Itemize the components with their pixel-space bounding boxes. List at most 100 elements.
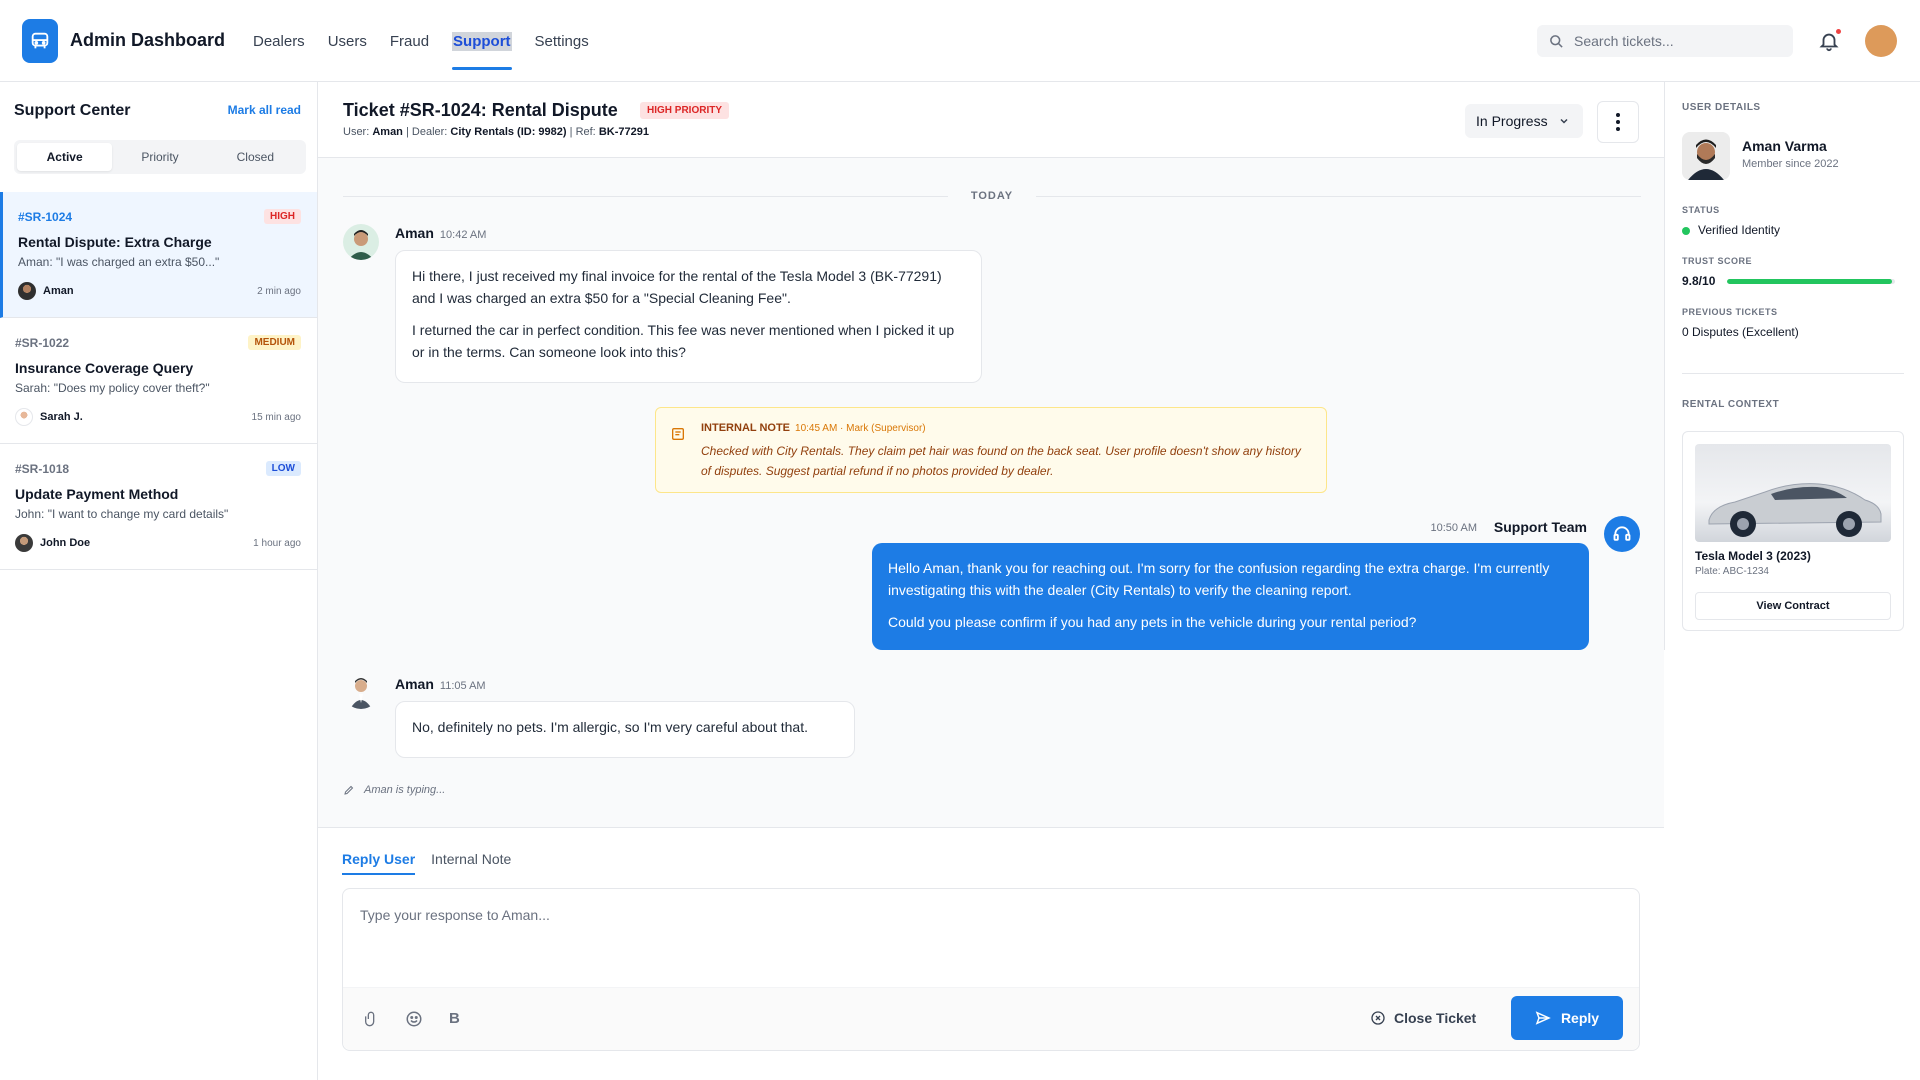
ticket-time: 1 hour ago: [253, 538, 301, 549]
note-text: Checked with City Rentals. They claim pe…: [701, 444, 1301, 478]
nav-users[interactable]: Users: [328, 0, 367, 82]
ticket-preview: Aman: "I was charged an extra $50...": [18, 255, 220, 269]
avatar: [15, 408, 33, 426]
status-dropdown[interactable]: In Progress: [1465, 104, 1583, 138]
ticket-subject: Rental Dispute: Extra Charge: [18, 234, 212, 250]
nav-settings[interactable]: Settings: [535, 0, 589, 82]
ticket-time: 15 min ago: [251, 412, 301, 423]
emoji-icon[interactable]: [405, 1010, 423, 1033]
ticket-user: John Doe: [40, 537, 91, 549]
status-dot: [1682, 226, 1690, 235]
avatar: [1682, 132, 1730, 180]
reply-button[interactable]: Reply: [1511, 996, 1623, 1040]
meta-ref: BK-77291: [598, 126, 649, 138]
close-ticket-label: Close Ticket: [1394, 1010, 1477, 1026]
notification-dot: [1836, 29, 1841, 34]
car-logo-icon[interactable]: [22, 19, 58, 63]
nav-label: Fraud: [389, 32, 430, 50]
ticket-filter-tabs: Active Priority Closed: [14, 140, 306, 174]
nav-dealers[interactable]: Dealers: [253, 0, 305, 82]
divider: [1682, 373, 1904, 374]
meta-label: Dealer:: [411, 126, 448, 138]
tab-reply-user[interactable]: Reply User: [342, 851, 416, 875]
paperclip-icon[interactable]: [363, 1010, 379, 1033]
more-options-button[interactable]: [1597, 101, 1639, 143]
ticket-preview: Sarah: "Does my policy cover theft?": [15, 381, 210, 395]
avatar: [18, 282, 36, 300]
ticket-id: #SR-1024: [18, 210, 73, 224]
nav-label: Settings: [534, 32, 589, 50]
nav-label: Support: [452, 31, 512, 51]
composer-toolbar: B Close Ticket Reply: [343, 987, 1639, 1050]
ticket-item[interactable]: #SR-1022 MEDIUM Insurance Coverage Query…: [0, 318, 317, 444]
trust-score-fill: [1727, 279, 1892, 284]
status-value: In Progress: [1476, 113, 1548, 129]
conversation-panel: Ticket #SR-1024: Rental Dispute HIGH PRI…: [318, 82, 1664, 1080]
reply-composer: Reply User Internal Note B Close Ticket: [318, 827, 1664, 1080]
message-author: Support Team: [1493, 519, 1587, 535]
message-time: 11:05 AM: [439, 680, 486, 692]
reply-label: Reply: [1560, 1010, 1600, 1026]
nav-fraud[interactable]: Fraud: [390, 0, 429, 82]
tab-closed[interactable]: Closed: [208, 143, 303, 171]
view-contract-button[interactable]: View Contract: [1695, 592, 1891, 620]
avatar: [15, 534, 33, 552]
reply-input[interactable]: [344, 890, 1638, 987]
ticket-sidebar: Support Center Mark all read Active Prio…: [0, 82, 318, 1080]
ticket-item[interactable]: #SR-1018 LOW Update Payment Method John:…: [0, 444, 317, 570]
ticket-id: #SR-1018: [15, 462, 70, 476]
ticket-time: 2 min ago: [257, 286, 301, 297]
message-bubble: Hello Aman, thank you for reaching out. …: [872, 543, 1589, 650]
rental-card: Tesla Model 3 (2023) Plate: ABC-1234 Vie…: [1682, 431, 1904, 631]
author-name: Aman: [395, 225, 434, 241]
message-bubble: No, definitely no pets. I'm allergic, so…: [395, 701, 855, 758]
user-name: Aman Varma: [1742, 138, 1827, 154]
bold-button[interactable]: B: [449, 1010, 460, 1027]
meta-label: User:: [343, 126, 370, 138]
previous-tickets: 0 Disputes (Excellent): [1682, 325, 1799, 339]
nav-support[interactable]: Support: [452, 0, 512, 82]
search-box[interactable]: [1537, 25, 1793, 57]
status-badge: Verified Identity: [1682, 223, 1780, 237]
x-circle-icon: [1371, 1011, 1385, 1025]
ticket-item[interactable]: #SR-1024 HIGH Rental Dispute: Extra Char…: [0, 192, 317, 318]
ticket-id: #SR-1022: [15, 336, 70, 350]
app-title: Admin Dashboard: [70, 30, 226, 50]
search-icon: [1550, 34, 1563, 48]
user-avatar[interactable]: [1865, 25, 1897, 57]
nav-label: Dealers: [253, 32, 305, 50]
chevron-down-icon: [1560, 118, 1568, 124]
member-since: Member since 2022: [1742, 158, 1839, 170]
note-meta: 10:45 AM · Mark (Supervisor): [795, 423, 926, 434]
tab-active[interactable]: Active: [17, 143, 113, 171]
mark-all-read-link[interactable]: Mark all read: [228, 103, 301, 117]
trust-score: 9.8/10: [1682, 274, 1716, 288]
more-vertical-icon: [1616, 113, 1620, 131]
tab-internal-note[interactable]: Internal Note: [431, 851, 511, 875]
ticket-meta: User: Aman | Dealer: City Rentals (ID: 9…: [343, 126, 649, 138]
headset-icon: [1604, 516, 1640, 552]
main-nav: Dealers Users Fraud Support Settings: [253, 0, 612, 82]
trust-score-bar: [1727, 279, 1895, 284]
previous-tickets-label: PREVIOUS TICKETS: [1682, 307, 1778, 317]
pencil-icon: [344, 785, 354, 795]
car-image: [1695, 444, 1891, 542]
tab-priority[interactable]: Priority: [112, 143, 207, 171]
message-text: Hello Aman, thank you for reaching out. …: [888, 560, 1550, 598]
close-ticket-button[interactable]: Close Ticket: [1370, 1010, 1476, 1026]
note-header: INTERNAL NOTE 10:45 AM · Mark (Supervisor…: [701, 422, 926, 434]
typing-text: Aman is typing...: [364, 784, 446, 796]
send-icon: [1535, 1011, 1551, 1025]
status-label: STATUS: [1682, 205, 1720, 215]
notifications-button[interactable]: [1818, 29, 1841, 53]
ticket-subject: Insurance Coverage Query: [15, 360, 194, 376]
message-text: No, definitely no pets. I'm allergic, so…: [412, 719, 808, 735]
message-author: Aman 10:42 AM: [395, 225, 486, 241]
typing-indicator: Aman is typing...: [343, 784, 445, 796]
priority-badge: MEDIUM: [248, 335, 301, 350]
ticket-header: Ticket #SR-1024: Rental Dispute HIGH PRI…: [318, 82, 1664, 158]
search-input[interactable]: [1574, 33, 1774, 49]
trust-label: TRUST SCORE: [1682, 256, 1753, 266]
meta-user: Aman: [372, 126, 403, 138]
day-divider: TODAY: [343, 189, 1641, 203]
